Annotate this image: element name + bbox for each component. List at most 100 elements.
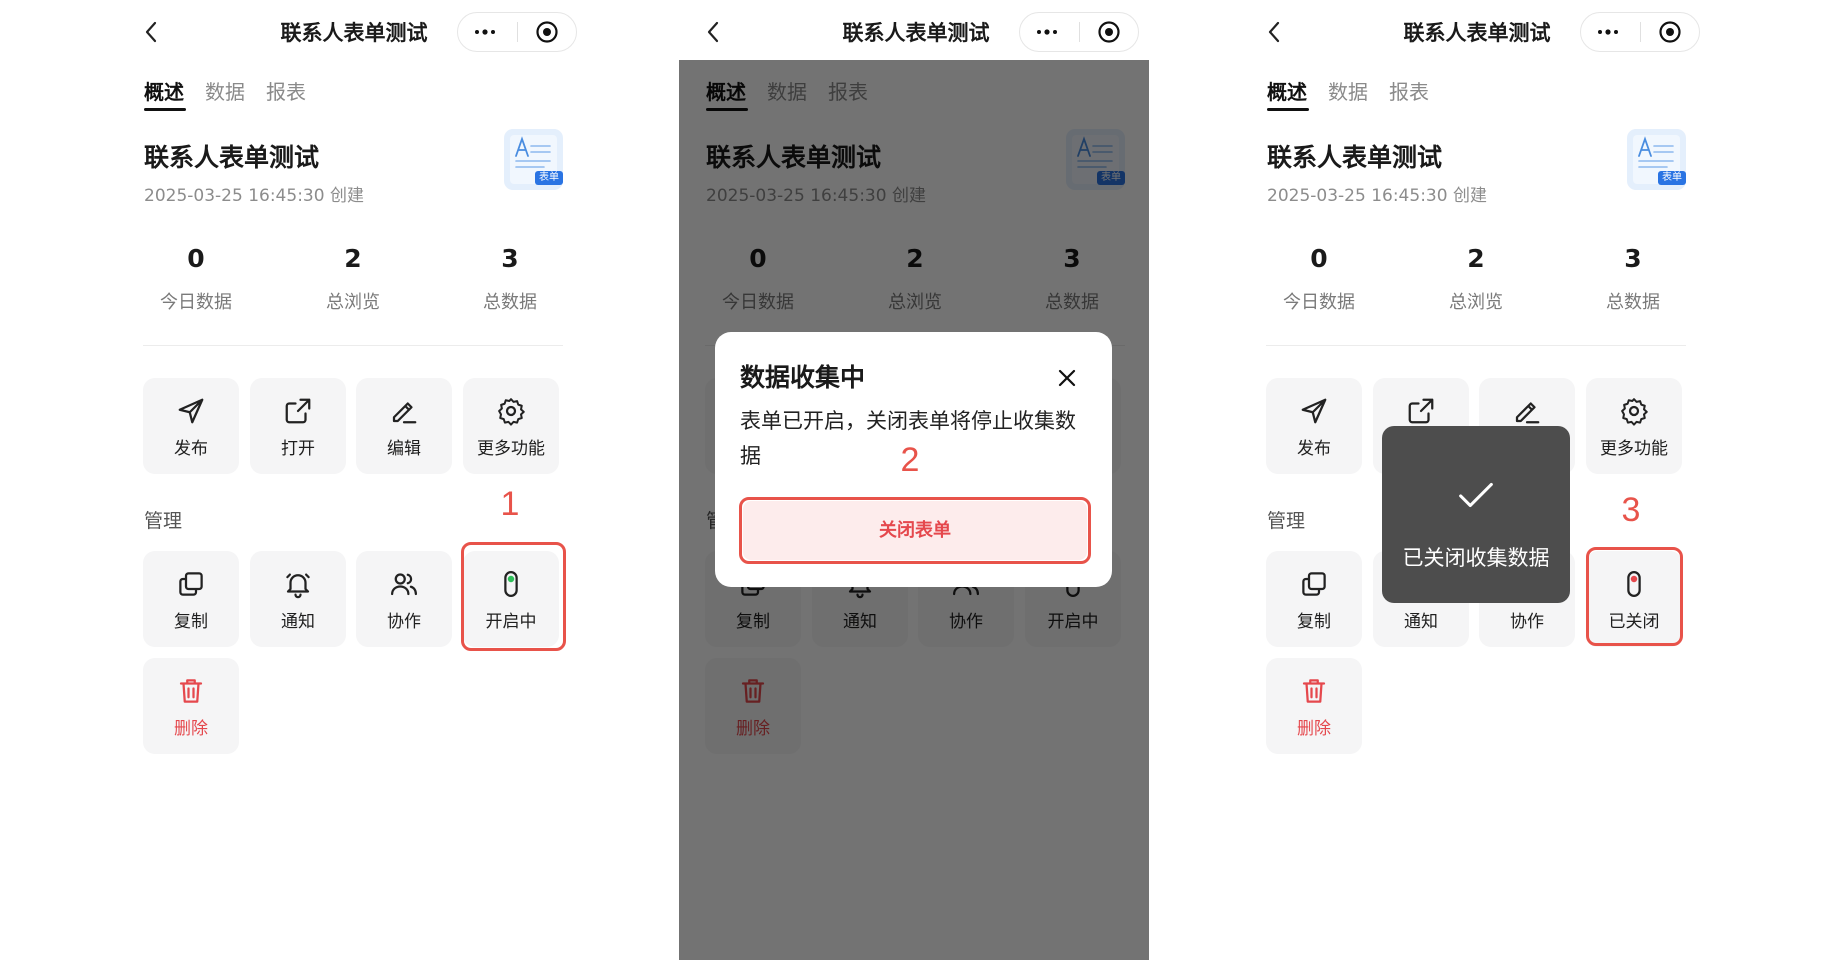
more-functions-button[interactable]: 更多功能 [463, 378, 559, 474]
nav-bar: 联系人表单测试 [679, 0, 1149, 60]
more-dots-icon[interactable] [473, 20, 497, 44]
publish-button[interactable]: 发布 [143, 378, 239, 474]
close-icon[interactable] [1055, 366, 1079, 390]
manage-section-title: 管理 [1267, 510, 1306, 532]
bell-icon [283, 569, 313, 599]
divider [143, 345, 563, 346]
form-badge: 表单 [1658, 171, 1686, 185]
stat-today: 0 今日数据 [1259, 245, 1379, 315]
stat-label: 总数据 [1606, 292, 1660, 313]
collaborate-label: 协作 [1510, 612, 1544, 632]
publish-label: 发布 [174, 439, 208, 459]
copy-button[interactable]: 复制 [143, 551, 239, 647]
stat-label: 今日数据 [1283, 292, 1355, 313]
notify-button[interactable]: 通知 [250, 551, 346, 647]
tab-overview[interactable]: 概述 [144, 80, 184, 104]
stat-today: 0 今日数据 [136, 245, 256, 315]
step-1-number: 1 [500, 485, 520, 523]
target-close-icon[interactable] [1097, 20, 1121, 44]
active-tab-indicator [144, 108, 186, 111]
edit-button[interactable]: 编辑 [356, 378, 452, 474]
stat-value: 0 [1310, 244, 1328, 273]
capsule-divider [1640, 22, 1641, 42]
tab-data[interactable]: 数据 [1328, 80, 1368, 104]
stat-value: 3 [501, 244, 519, 273]
gear-icon [496, 396, 526, 426]
capsule-divider [1079, 22, 1080, 42]
open-label: 打开 [281, 439, 315, 459]
screen-step-2: 联系人表单测试 概述 数据 报表 联系人表单测试 2025-03-25 16:4… [679, 0, 1149, 960]
chevron-left-icon[interactable] [140, 20, 164, 44]
toast-message: 已关闭收集数据 [1402, 546, 1550, 570]
nav-title: 联系人表单测试 [1403, 21, 1551, 45]
copy-icon [176, 569, 206, 599]
copy-button[interactable]: 复制 [1266, 551, 1362, 647]
form-title: 联系人表单测试 [144, 143, 320, 172]
tab-report[interactable]: 报表 [266, 80, 306, 104]
target-close-icon[interactable] [535, 20, 559, 44]
stat-value: 2 [1467, 244, 1485, 273]
copy-label: 复制 [174, 612, 208, 632]
collaborate-button[interactable]: 协作 [356, 551, 452, 647]
target-close-icon[interactable] [1658, 20, 1682, 44]
stat-total: 3 总数据 [450, 245, 570, 315]
chevron-left-icon[interactable] [1263, 20, 1287, 44]
capsule-divider [517, 22, 518, 42]
stat-value: 2 [344, 244, 362, 273]
delete-label: 删除 [1297, 719, 1331, 739]
edit-label: 编辑 [387, 439, 421, 459]
nav-title: 联系人表单测试 [842, 21, 990, 45]
nav-bar: 联系人表单测试 [117, 0, 587, 60]
external-link-icon [1406, 396, 1436, 426]
copy-icon [1299, 569, 1329, 599]
publish-label: 发布 [1297, 439, 1331, 459]
tab-overview[interactable]: 概述 [1267, 80, 1307, 104]
form-document-icon: 表单 [504, 129, 563, 190]
trash-icon [176, 676, 206, 706]
notify-label: 通知 [281, 612, 315, 632]
check-icon [1453, 472, 1499, 518]
copy-label: 复制 [1297, 612, 1331, 632]
stat-views: 2 总浏览 [1416, 245, 1536, 315]
open-button[interactable]: 打开 [250, 378, 346, 474]
screen-step-1: 联系人表单测试 概述 数据 报表 联系人表单测试 2025-03-25 16:4… [117, 0, 587, 960]
delete-button[interactable]: 删除 [1266, 658, 1362, 754]
step-2-highlight-box [739, 497, 1091, 564]
nav-bar: 联系人表单测试 [1240, 0, 1710, 60]
form-document-icon: 表单 [1627, 129, 1686, 190]
active-tab-indicator [1267, 108, 1309, 111]
form-created-time: 2025-03-25 16:45:30 创建 [1267, 186, 1487, 206]
mini-program-capsule [457, 12, 577, 52]
delete-button[interactable]: 删除 [143, 658, 239, 754]
close-form-dialog: 数据收集中 表单已开启，关闭表单将停止收集数据 关闭表单 2 [715, 332, 1112, 587]
stat-value: 0 [187, 244, 205, 273]
form-title: 联系人表单测试 [1267, 143, 1443, 172]
tab-report[interactable]: 报表 [1389, 80, 1429, 104]
screen-step-3: 联系人表单测试 概述 数据 报表 联系人表单测试 2025-03-25 16:4… [1240, 0, 1710, 960]
notify-label: 通知 [1404, 612, 1438, 632]
external-link-icon [283, 396, 313, 426]
more-functions-label: 更多功能 [477, 439, 545, 459]
stat-views: 2 总浏览 [293, 245, 413, 315]
step-3-highlight-box [1586, 547, 1683, 646]
mini-program-capsule [1019, 12, 1139, 52]
more-functions-button[interactable]: 更多功能 [1586, 378, 1682, 474]
divider [1266, 345, 1686, 346]
step-3-number: 3 [1621, 491, 1641, 529]
dialog-title: 数据收集中 [740, 363, 866, 392]
more-functions-label: 更多功能 [1600, 439, 1668, 459]
stat-total: 3 总数据 [1573, 245, 1693, 315]
stat-label: 总浏览 [326, 292, 380, 313]
stat-value: 3 [1624, 244, 1642, 273]
gear-icon [1619, 396, 1649, 426]
publish-button[interactable]: 发布 [1266, 378, 1362, 474]
chevron-left-icon[interactable] [702, 20, 726, 44]
more-dots-icon[interactable] [1596, 20, 1620, 44]
send-icon [1299, 396, 1329, 426]
stat-label: 今日数据 [160, 292, 232, 313]
step-1-highlight-box [461, 542, 566, 651]
pencil-icon [1512, 396, 1542, 426]
send-icon [176, 396, 206, 426]
more-dots-icon[interactable] [1035, 20, 1059, 44]
tab-data[interactable]: 数据 [205, 80, 245, 104]
